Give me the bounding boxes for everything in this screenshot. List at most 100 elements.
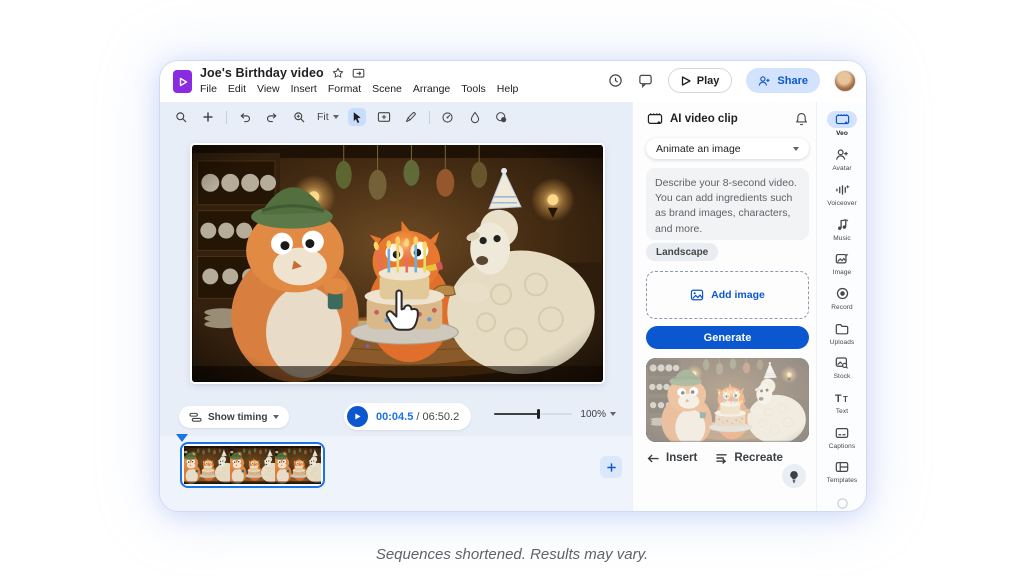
select-tool-button[interactable] bbox=[348, 108, 366, 126]
captions-icon bbox=[835, 427, 849, 439]
slider-track-filled bbox=[494, 413, 538, 415]
rail-label: Stock bbox=[834, 373, 851, 380]
dial-icon bbox=[441, 111, 454, 124]
star-icon[interactable] bbox=[332, 67, 344, 79]
video-frame bbox=[192, 145, 603, 382]
timecode: 00:04.5 / 06:50.2 bbox=[376, 411, 459, 423]
chevron-down-icon bbox=[610, 412, 616, 416]
voiceover-wave-icon bbox=[835, 183, 850, 196]
rail-item-music[interactable]: Music bbox=[817, 216, 866, 242]
rail-item-text[interactable]: TT Text bbox=[817, 389, 866, 415]
rail-item-stock[interactable]: Stock bbox=[817, 354, 866, 380]
chevron-down-icon bbox=[793, 147, 799, 151]
contrast-icon bbox=[495, 111, 508, 124]
zoom-tool-button[interactable] bbox=[290, 108, 308, 126]
document-title[interactable]: Joe's Birthday video bbox=[200, 66, 324, 80]
add-image-label: Add image bbox=[711, 289, 765, 301]
menu-format[interactable]: Format bbox=[328, 83, 361, 95]
timeline-play-button[interactable] bbox=[347, 406, 368, 427]
timing-icon bbox=[189, 412, 202, 423]
search-tool-button[interactable] bbox=[172, 108, 190, 126]
redo-button[interactable] bbox=[263, 108, 281, 126]
menu-bar: File Edit View Insert Format Scene Arran… bbox=[200, 83, 518, 95]
undo-button[interactable] bbox=[236, 108, 254, 126]
mode-dropdown[interactable]: Animate an image bbox=[646, 138, 809, 159]
insert-button[interactable]: Insert bbox=[647, 452, 697, 464]
rail-label: Text bbox=[836, 408, 848, 415]
rail-label: Veo bbox=[836, 130, 848, 137]
rail-item-voiceover[interactable]: Voiceover bbox=[817, 181, 866, 207]
transport-control: 00:04.5 / 06:50.2 bbox=[344, 403, 471, 430]
music-note-icon bbox=[836, 218, 849, 231]
zoom-level-select[interactable]: 100% bbox=[580, 409, 616, 420]
dial-tool-button[interactable] bbox=[439, 108, 457, 126]
menu-arrange[interactable]: Arrange bbox=[413, 83, 450, 95]
avatar-add-icon bbox=[835, 148, 849, 161]
rail-item-veo[interactable]: Veo bbox=[817, 111, 866, 137]
menu-view[interactable]: View bbox=[257, 83, 280, 95]
fit-zoom-select[interactable]: Fit bbox=[317, 111, 339, 123]
total-time: 06:50.2 bbox=[422, 411, 459, 423]
menu-file[interactable]: File bbox=[200, 83, 217, 95]
tips-button[interactable] bbox=[782, 464, 806, 488]
rail-label: Avatar bbox=[832, 165, 851, 172]
add-image-button[interactable]: Add image bbox=[646, 271, 809, 319]
show-timing-button[interactable]: Show timing bbox=[179, 406, 289, 428]
generate-label: Generate bbox=[704, 332, 752, 344]
aspect-ratio-chip[interactable]: Landscape bbox=[646, 243, 718, 261]
rail-item-avatar[interactable]: Avatar bbox=[817, 146, 866, 172]
prompt-textarea[interactable]: Describe your 8-second video. You can ad… bbox=[646, 168, 809, 240]
rail-item-record[interactable]: Record bbox=[817, 285, 866, 311]
vids-logo-icon bbox=[178, 77, 188, 87]
account-avatar[interactable] bbox=[834, 70, 856, 92]
rail-label: Voiceover bbox=[827, 200, 856, 207]
comments-button[interactable] bbox=[638, 73, 654, 89]
app-logo[interactable] bbox=[173, 70, 192, 93]
rail-label: Uploads bbox=[830, 339, 855, 346]
panel-header: AI video clip bbox=[647, 110, 808, 128]
show-timing-label: Show timing bbox=[208, 412, 267, 423]
text-box-button[interactable] bbox=[375, 108, 393, 126]
zoom-in-icon bbox=[293, 111, 306, 124]
rail-item-captions[interactable]: Captions bbox=[817, 424, 866, 450]
source-image-thumbnail[interactable] bbox=[646, 358, 809, 442]
clip-frame-1 bbox=[184, 446, 230, 484]
droplet-tool-button[interactable] bbox=[466, 108, 484, 126]
bell-icon[interactable] bbox=[795, 112, 808, 126]
zoom-slider[interactable] bbox=[494, 408, 572, 420]
slider-thumb[interactable] bbox=[537, 409, 540, 419]
lightbulb-icon bbox=[788, 470, 800, 483]
menu-insert[interactable]: Insert bbox=[291, 83, 317, 95]
recreate-button[interactable]: Recreate bbox=[715, 452, 783, 464]
video-canvas[interactable] bbox=[192, 145, 603, 382]
play-label: Play bbox=[697, 75, 720, 87]
add-scene-button[interactable] bbox=[199, 108, 217, 126]
rail-item-uploads[interactable]: Uploads bbox=[817, 320, 866, 346]
pen-tool-button[interactable] bbox=[402, 108, 420, 126]
menu-scene[interactable]: Scene bbox=[372, 83, 402, 95]
move-folder-icon[interactable] bbox=[352, 67, 365, 79]
generate-button[interactable]: Generate bbox=[646, 326, 809, 349]
menu-tools[interactable]: Tools bbox=[461, 83, 486, 95]
play-button[interactable]: Play bbox=[668, 68, 733, 93]
rail-item-templates[interactable]: Templates bbox=[817, 458, 866, 484]
playhead-marker[interactable] bbox=[176, 434, 188, 442]
fit-label: Fit bbox=[317, 111, 329, 123]
share-button[interactable]: Share bbox=[746, 68, 820, 93]
stock-icon bbox=[835, 356, 849, 369]
record-icon bbox=[836, 287, 849, 300]
chevron-down-icon bbox=[273, 415, 279, 419]
play-icon bbox=[353, 412, 362, 421]
menu-help[interactable]: Help bbox=[497, 83, 519, 95]
timeline-clip[interactable] bbox=[180, 442, 325, 488]
hand-cursor-icon bbox=[380, 287, 424, 339]
rail-item-image[interactable]: Image bbox=[817, 250, 866, 276]
zoom-level-value: 100% bbox=[580, 409, 606, 420]
version-history-button[interactable] bbox=[608, 73, 624, 89]
add-clip-button[interactable] bbox=[600, 456, 622, 478]
toolbar: Fit bbox=[172, 106, 511, 128]
arrow-left-icon bbox=[647, 453, 660, 464]
menu-edit[interactable]: Edit bbox=[228, 83, 246, 95]
contrast-tool-button[interactable] bbox=[493, 108, 511, 126]
insert-label: Insert bbox=[666, 452, 697, 464]
